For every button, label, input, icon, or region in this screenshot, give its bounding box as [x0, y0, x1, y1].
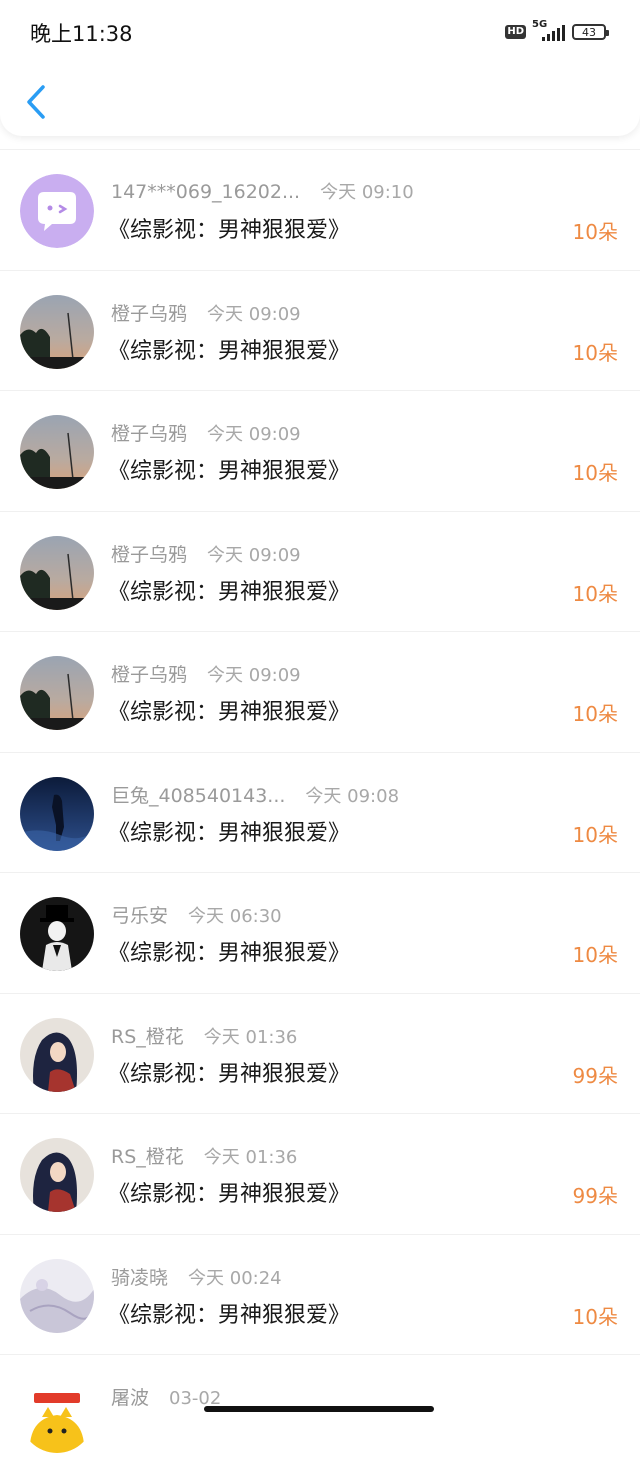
blue-night-avatar[interactable]: [20, 776, 94, 851]
sender-line: 橙子乌鸦 今天 09:09: [111, 419, 301, 446]
sender-name: 橙子乌鸦: [111, 423, 188, 445]
list-item[interactable]: 巨兔_408540143... 今天 09:08 《综影视：男神狠狠爱》 10朵: [0, 751, 640, 873]
book-title: 《综影视：男神狠狠爱》: [108, 1061, 351, 1087]
sender-line: 橙子乌鸦 今天 09:09: [111, 299, 301, 326]
sender-line: RS_橙花 今天 01:36: [111, 1142, 297, 1169]
send-time: 今天 09:08: [305, 785, 400, 807]
send-time: 今天 09:09: [207, 424, 301, 445]
sender-name: 橙子乌鸦: [111, 302, 188, 325]
gift-amount: 10朵: [572, 340, 618, 365]
list-item[interactable]: 橙子乌鸦 今天 09:09 《综影视：男神狠狠爱》 10朵: [0, 269, 640, 391]
top-hat-avatar[interactable]: [20, 897, 94, 971]
sender-name: 巨兔_408540143...: [111, 784, 286, 807]
list-item[interactable]: RS_橙花 今天 01:36 《综影视：男神狠狠爱》 99朵: [0, 992, 640, 1114]
gift-amount: 10朵: [572, 702, 618, 726]
send-time: 今天 09:09: [207, 303, 301, 325]
send-time: 今天 09:09: [207, 544, 301, 566]
sender-line: 骑凌晓 今天 00:24: [111, 1263, 282, 1290]
gift-amount: 10朵: [572, 581, 618, 606]
list-item[interactable]: 橙子乌鸦 今天 09:09 《综影视：男神狠狠爱》 10朵: [0, 390, 640, 511]
sender-line: 147***069_16202... 今天 09:10: [111, 178, 414, 204]
sender-name: 橙子乌鸦: [111, 664, 188, 686]
top-bar: 晚上11:38 HD 5G 43: [0, 0, 640, 136]
send-time: 今天 06:30: [188, 906, 282, 927]
list-item[interactable]: 弓乐安 今天 06:30 《综影视：男神狠狠爱》 10朵: [0, 872, 640, 993]
illustrated-girl-avatar[interactable]: [20, 1138, 94, 1212]
gift-amount: 99朵: [572, 1063, 618, 1088]
sender-line: RS_橙花 今天 01:36: [111, 1022, 297, 1049]
send-time: 今天 00:24: [188, 1267, 282, 1289]
sender-name: 147***069_16202...: [111, 181, 301, 203]
sender-name: 橙子乌鸦: [111, 543, 188, 566]
gift-amount: 10朵: [572, 822, 618, 847]
sender-name: RS_橙花: [111, 1146, 184, 1168]
gift-record-list: 147***069_16202... 今天 09:10 《综影视：男神狠狠爱》 1…: [0, 149, 640, 1475]
chat-bubble-avatar[interactable]: [20, 174, 94, 248]
book-title: 《综影视：男神狠狠爱》: [108, 941, 351, 966]
sender-name: RS_橙花: [111, 1025, 184, 1048]
gift-amount: 10朵: [572, 461, 618, 485]
sender-line: 弓乐安 今天 06:30: [111, 901, 282, 928]
list-item[interactable]: 屠波 03-02: [0, 1354, 640, 1475]
status-time: 晚上11:38: [30, 22, 133, 46]
battery-level: 43: [582, 25, 596, 39]
send-time: 今天 01:36: [203, 1026, 298, 1048]
book-title: 《综影视：男神狠狠爱》: [108, 700, 351, 725]
sender-name: 屠波: [111, 1387, 150, 1409]
list-item[interactable]: RS_橙花 今天 01:36 《综影视：男神狠狠爱》 99朵: [0, 1113, 640, 1234]
gift-amount: 10朵: [572, 220, 618, 244]
battery-icon: 43: [572, 24, 609, 40]
cartoon-chick-avatar[interactable]: [20, 1379, 94, 1453]
illustrated-girl-avatar[interactable]: [20, 1017, 94, 1092]
book-title: 《综影视：男神狠狠爱》: [108, 820, 351, 846]
sender-line: 橙子乌鸦 今天 09:09: [111, 540, 301, 567]
signal-icon: 5G: [532, 19, 566, 43]
status-icons: HD 5G 43: [505, 19, 609, 44]
sunset-photo-avatar[interactable]: [20, 656, 94, 730]
lace-avatar[interactable]: [20, 1258, 94, 1333]
hd-badge: HD: [505, 25, 526, 39]
list-item[interactable]: 橙子乌鸦 今天 09:09 《综影视：男神狠狠爱》 10朵: [0, 631, 640, 752]
sunset-photo-avatar[interactable]: [20, 415, 94, 489]
sender-name: 骑凌晓: [111, 1266, 169, 1289]
sunset-photo-avatar[interactable]: [20, 294, 94, 369]
book-title: 《综影视：男神狠狠爱》: [108, 338, 351, 364]
home-indicator[interactable]: [204, 1406, 434, 1412]
list-item[interactable]: 橙子乌鸦 今天 09:09 《综影视：男神狠狠爱》 10朵: [0, 510, 640, 632]
list-item[interactable]: 骑凌晓 今天 00:24 《综影视：男神狠狠爱》 10朵: [0, 1233, 640, 1355]
sender-name: 弓乐安: [111, 905, 169, 927]
book-title: 《综影视：男神狠狠爱》: [108, 1302, 351, 1328]
sender-line: 巨兔_408540143... 今天 09:08: [111, 781, 399, 808]
list-item[interactable]: 147***069_16202... 今天 09:10 《综影视：男神狠狠爱》 1…: [0, 149, 640, 270]
gift-amount: 10朵: [572, 943, 618, 967]
book-title: 《综影视：男神狠狠爱》: [108, 459, 351, 484]
gift-amount: 10朵: [572, 1304, 618, 1329]
send-time: 今天 09:10: [320, 182, 414, 203]
chevron-left-icon: [27, 85, 45, 119]
sunset-photo-avatar[interactable]: [20, 535, 94, 610]
gift-amount: 99朵: [572, 1184, 618, 1208]
back-button[interactable]: [18, 82, 54, 122]
send-time: 今天 01:36: [203, 1147, 298, 1168]
book-title: 《综影视：男神狠狠爱》: [108, 218, 351, 243]
send-time: 今天 09:09: [207, 665, 301, 686]
book-title: 《综影视：男神狠狠爱》: [108, 579, 351, 605]
book-title: 《综影视：男神狠狠爱》: [108, 1182, 351, 1207]
sender-line: 橙子乌鸦 今天 09:09: [111, 660, 301, 687]
